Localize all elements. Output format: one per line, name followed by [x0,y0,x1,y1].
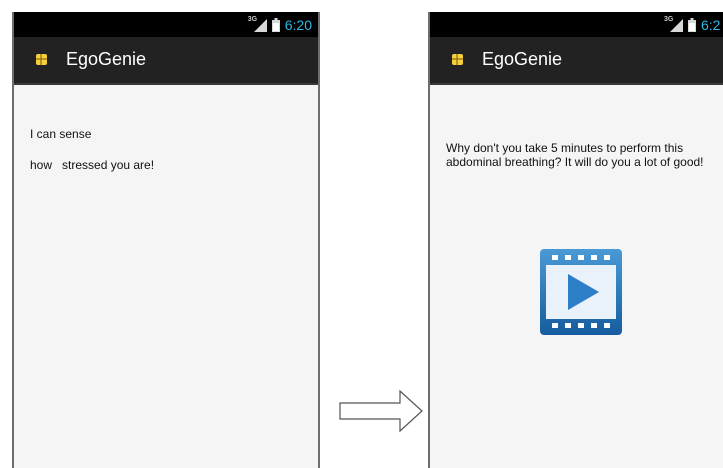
app-title: EgoGenie [66,49,147,69]
signal-3g-icon: 3G [248,16,268,33]
right-arrow-icon [339,389,423,433]
status-clock: 6:2 [701,16,721,33]
message-line-1: I can sense [30,127,92,141]
status-indicators: 3G 6:2 [664,12,720,37]
egogenie-app-icon[interactable] [452,54,463,65]
battery-icon [271,17,280,32]
phone-screen-right: 3G 6:2 EgoGenie Why don't you take 5 min… [428,12,723,468]
video-play-icon[interactable] [538,247,624,337]
status-bar: 3G 6:20 [14,12,318,37]
status-clock: 6:20 [284,16,312,33]
message-line-2: how stressed you are! [30,158,155,172]
battery-icon [688,17,696,32]
egogenie-app-icon[interactable] [36,54,47,65]
action-bar: EgoGenie [430,37,723,85]
status-bar: 3G 6:2 [430,12,723,37]
action-bar: EgoGenie [14,37,318,85]
breathing-suggestion-text: Why don't you take 5 minutes to perform … [446,141,704,169]
signal-3g-icon: 3G [664,16,684,33]
phone-screen-left: 3G 6:20 EgoGenie I can sense how stresse… [12,12,320,468]
status-indicators: 3G 6:20 [248,12,312,37]
app-title: EgoGenie [482,49,563,69]
